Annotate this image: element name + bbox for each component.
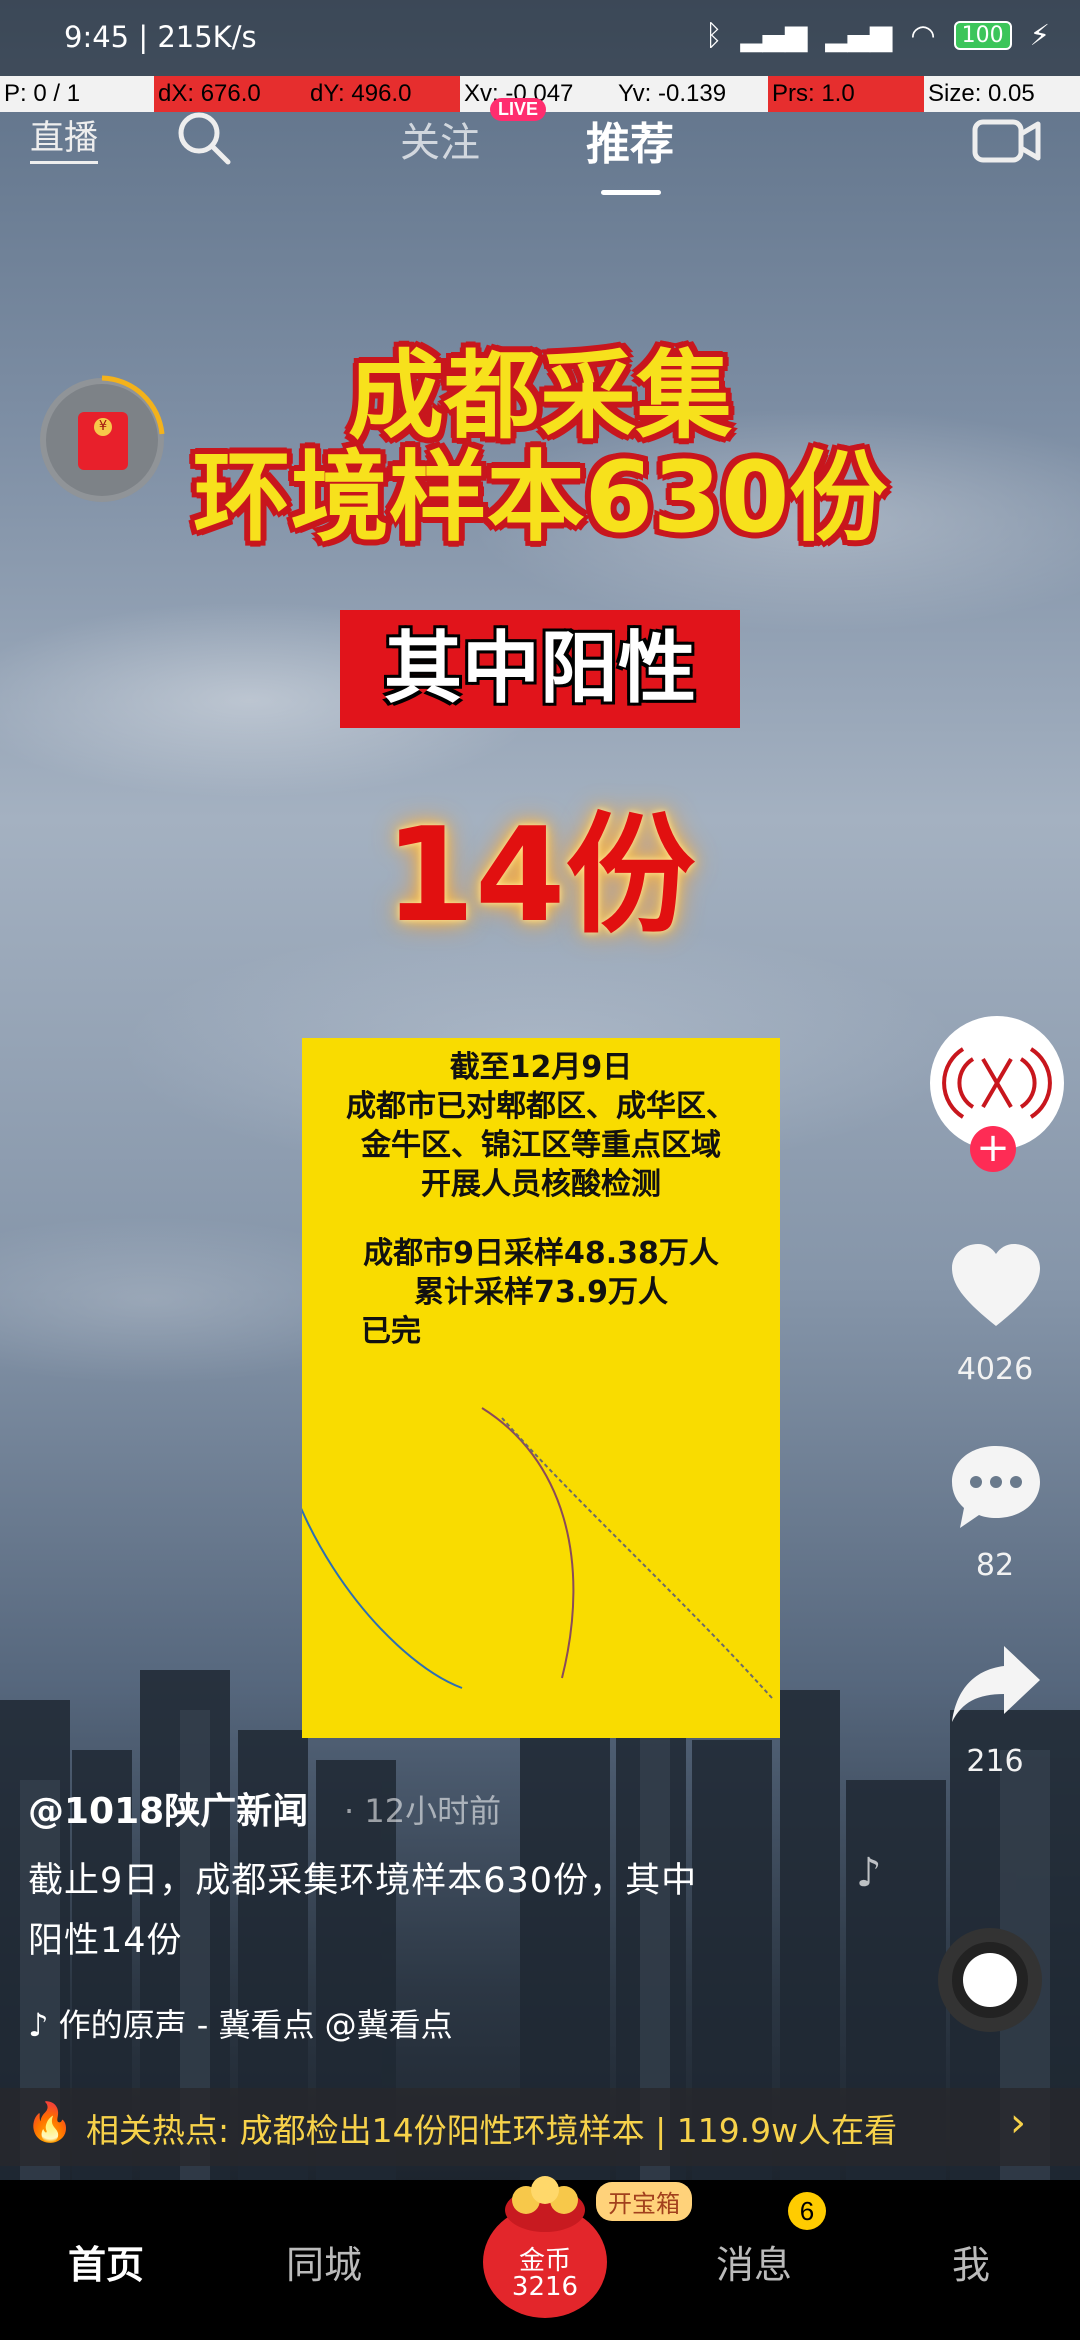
signal2-icon: ▂▄▆ (825, 18, 893, 52)
heart-icon[interactable] (948, 1242, 1044, 1332)
post-description: 截止9日，成都采集环境样本630份，其中 (28, 1861, 698, 1901)
share-icon[interactable] (948, 1642, 1044, 1728)
debug-prs: Prs: 1.0 (768, 76, 924, 112)
comment-count: 82 (975, 1548, 1015, 1583)
like-count: 4026 (956, 1352, 1034, 1387)
tab-messages[interactable]: 消息 (716, 2234, 792, 2289)
bluetooth-icon: ᛒ (705, 18, 723, 52)
camera-icon[interactable] (972, 112, 1042, 168)
post-description-cont: 阳性14份 (28, 1921, 183, 1961)
positive-count: 14份 (384, 799, 696, 951)
debug-yv: Yv: -0.139 (618, 80, 727, 107)
status-time: 9:45 | 215K/s (64, 20, 257, 54)
follow-plus-button[interactable]: + (970, 1126, 1016, 1172)
debug-dy: dY: 496.0 (306, 76, 460, 112)
music-info[interactable]: ♪ 作的原声 - 冀看点 @冀看点 (28, 2000, 453, 2046)
hot-topic-text[interactable]: 相关热点: 成都检出14份阳性环境样本 | 119.9w人在看 (86, 2104, 897, 2152)
tab-local[interactable]: 同城 (286, 2234, 362, 2289)
headline-line2: 环境样本630份 (192, 441, 888, 555)
tab-recommend[interactable]: 推荐 (586, 108, 674, 172)
treasure-box-button[interactable]: 开宝箱 (596, 2182, 692, 2221)
live-badge: LIVE (490, 98, 547, 121)
comment-icon[interactable] (948, 1442, 1044, 1534)
battery-icon: 100 (953, 20, 1012, 50)
post-time: · 12小时前 (344, 1792, 502, 1830)
touch-trace (302, 1407, 773, 1699)
active-tab-indicator (601, 190, 661, 195)
message-badge: 6 (788, 2192, 826, 2230)
tab-follow[interactable]: 关注 (400, 110, 480, 168)
status-icons: ᛒ ▂▄▆ ▂▄▆ ◠ 100 ⚡ (705, 18, 1050, 52)
share-count: 216 (966, 1744, 1024, 1779)
signal-icon: ▂▄▆ (740, 18, 808, 52)
positive-label: 其中阳性 (340, 610, 740, 728)
tab-me[interactable]: 我 (952, 2234, 990, 2289)
search-icon[interactable] (174, 108, 234, 168)
fire-icon: 🔥 (26, 2100, 74, 2144)
wifi-icon: ◠ (910, 18, 936, 52)
debug-p: P: 0 / 1 (4, 80, 81, 107)
charging-icon: ⚡ (1029, 18, 1050, 52)
debug-dx: dX: 676.0 (154, 76, 306, 112)
live-tab[interactable]: 直播 (30, 110, 98, 164)
music-note-icon: ♪ (856, 1850, 882, 1896)
disc-cover-icon (963, 1953, 1017, 2007)
chevron-right-icon[interactable]: › (1010, 2100, 1026, 2146)
info-card: 截至12月9日 成都市已对郫都区、成华区、 金牛区、锦江区等重点区域 开展人员核… (302, 1038, 780, 1738)
tab-home[interactable]: 首页 (68, 2234, 144, 2289)
debug-size: Size: 0.05 (928, 80, 1035, 107)
status-bar: 9:45 | 215K/s ᛒ ▂▄▆ ▂▄▆ ◠ 100 ⚡ (0, 0, 1080, 76)
author-name[interactable]: @1018陕广新闻 (28, 1782, 308, 1834)
coin-value: 3216 (511, 2272, 579, 2302)
